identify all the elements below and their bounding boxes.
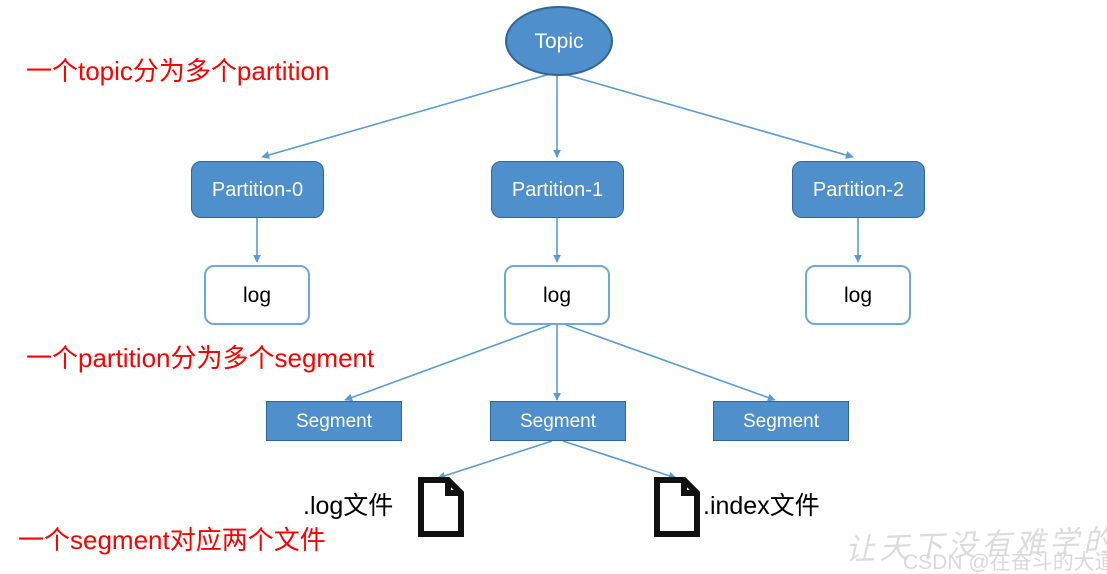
node-log-2-label: log xyxy=(843,283,873,307)
node-topic-label: Topic xyxy=(534,29,584,53)
node-segment-0-label: Segment xyxy=(295,410,373,432)
node-log-1[interactable]: log xyxy=(504,265,610,325)
node-partition-0-label: Partition-0 xyxy=(211,178,304,201)
node-segment-1-label: Segment xyxy=(519,410,597,432)
node-topic[interactable]: Topic xyxy=(505,6,613,76)
edge-log-1-segment-2 xyxy=(565,324,776,402)
file-icon-log xyxy=(418,477,464,537)
edge-topic-partition-2 xyxy=(556,71,854,159)
file-label-index: .index文件 xyxy=(703,492,820,520)
node-segment-2-label: Segment xyxy=(742,410,820,432)
node-partition-0[interactable]: Partition-0 xyxy=(191,161,324,218)
edge-segment-1-index-file xyxy=(562,440,677,480)
annotation-topic-partition: 一个topic分为多个partition xyxy=(26,56,330,86)
annotation-segment-files: 一个segment对应两个文件 xyxy=(18,525,326,555)
node-segment-0[interactable]: Segment xyxy=(266,401,402,441)
node-partition-1[interactable]: Partition-1 xyxy=(491,161,624,218)
node-log-0-label: log xyxy=(242,283,272,307)
node-log-2[interactable]: log xyxy=(805,265,911,325)
node-segment-2[interactable]: Segment xyxy=(713,401,849,441)
node-partition-2-label: Partition-2 xyxy=(812,178,905,201)
node-partition-2[interactable]: Partition-2 xyxy=(792,161,925,218)
node-log-0[interactable]: log xyxy=(204,265,310,325)
diagram-canvas: Topic Partition-0 Partition-1 Partition-… xyxy=(0,0,1107,574)
node-log-1-label: log xyxy=(542,283,572,307)
annotation-partition-segment: 一个partition分为多个segment xyxy=(26,343,375,373)
edge-segment-1-log-file xyxy=(437,440,553,480)
file-label-log: .log文件 xyxy=(303,492,394,520)
node-segment-1[interactable]: Segment xyxy=(490,401,626,441)
file-icon-index xyxy=(654,477,700,537)
watermark-csdn: CSDN @在奋斗的大道 xyxy=(903,551,1107,574)
edge-log-1-segment-0 xyxy=(344,324,551,402)
node-partition-1-label: Partition-1 xyxy=(511,178,604,201)
